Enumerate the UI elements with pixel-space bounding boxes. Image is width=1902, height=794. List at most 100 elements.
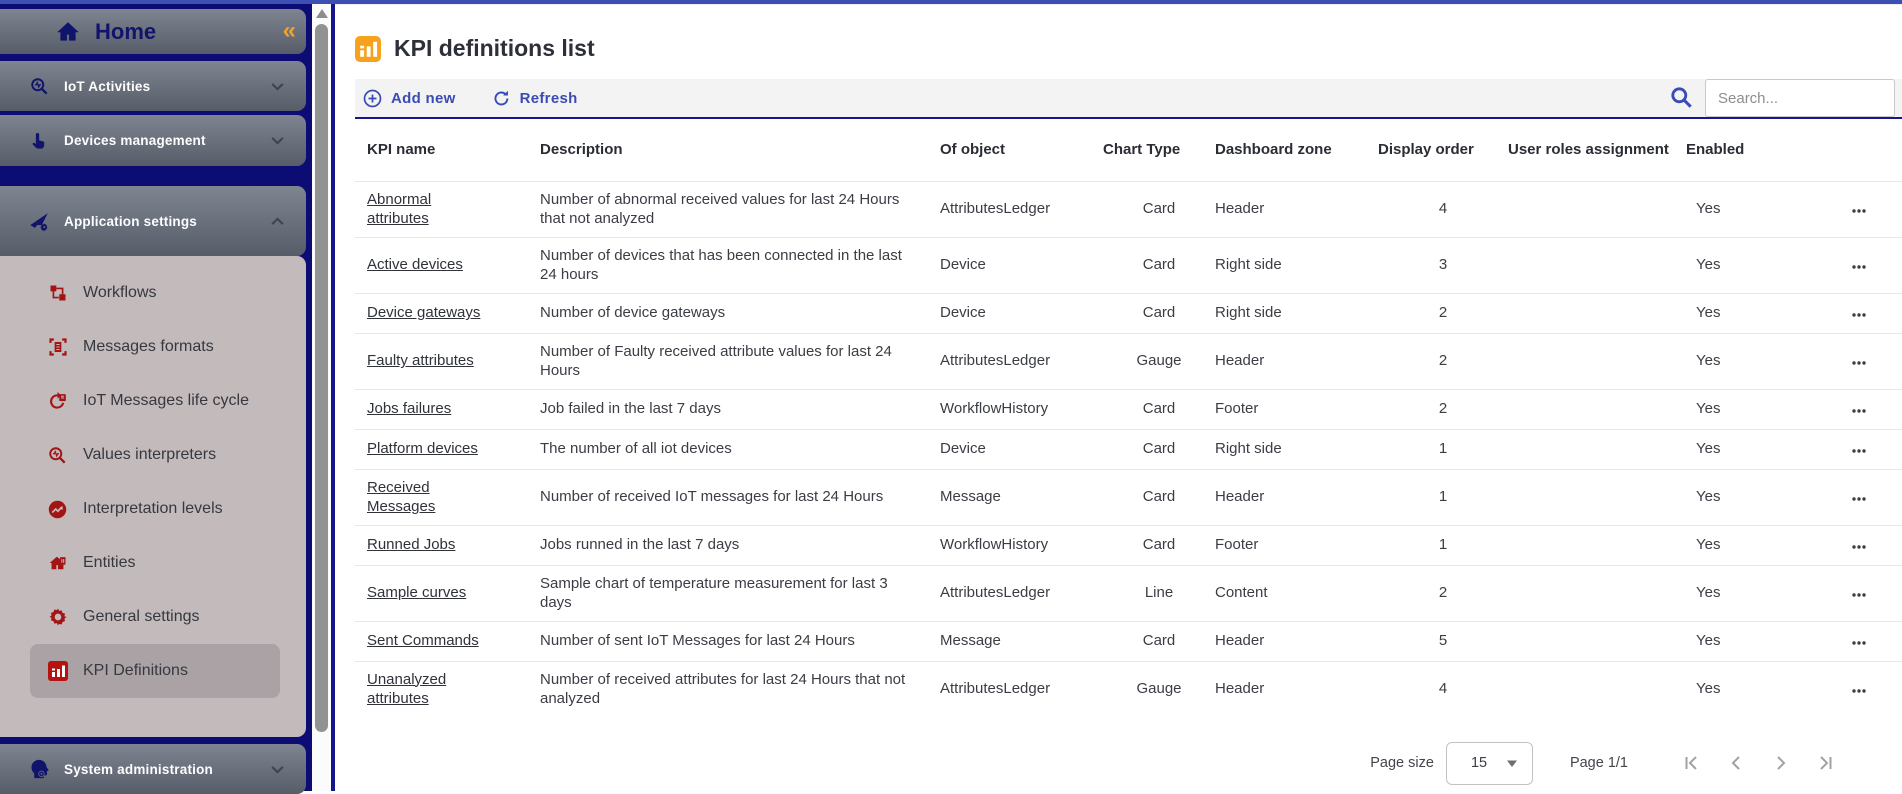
table-row: Device gatewaysNumber of device gateways… (355, 293, 1902, 333)
kpi-name-link[interactable]: Jobs failures (367, 400, 451, 417)
table-row: Unanalyzed attributesNumber of received … (355, 661, 1902, 717)
description-cell: The number of all iot devices (540, 440, 732, 457)
row-actions-button[interactable] (1847, 534, 1871, 557)
search-icon[interactable] (1669, 85, 1695, 111)
sidebar-item-label: Interpretation levels (83, 500, 223, 518)
sidebar-item-kpi-definitions[interactable]: KPI Definitions (30, 644, 280, 698)
dashboard-zone-cell: Right side (1215, 304, 1282, 321)
row-actions-button[interactable] (1847, 254, 1871, 277)
description-cell: Number of abnormal received values for l… (540, 191, 899, 228)
prev-page-button[interactable] (1713, 754, 1758, 772)
display-order-cell: 4 (1439, 200, 1447, 217)
scroll-up-arrow-icon[interactable] (316, 9, 328, 18)
home-label: Home (95, 19, 156, 45)
chart-type-cell: Card (1143, 440, 1176, 457)
sidebar-item-interpretation-levels[interactable]: Interpretation levels (30, 482, 280, 536)
row-actions-button[interactable] (1847, 582, 1871, 605)
sidebar: Home « IoT Activities Devices management… (0, 0, 312, 791)
page-title: KPI definitions list (394, 35, 595, 62)
of-object-cell: AttributesLedger (940, 352, 1050, 369)
sidebar-section-label: System administration (64, 762, 213, 777)
interpretation-levels-icon (47, 499, 68, 520)
enabled-cell: Yes (1696, 256, 1720, 273)
table-row: Active devices Number of devices that has… (355, 237, 1902, 293)
row-actions-button[interactable] (1847, 630, 1871, 653)
description-cell: Jobs runned in the last 7 days (540, 536, 739, 553)
next-page-button[interactable] (1758, 754, 1803, 772)
row-actions-button[interactable] (1847, 350, 1871, 373)
dashboard-zone-cell: Header (1215, 352, 1264, 369)
dashboard-zone-cell: Header (1215, 632, 1264, 649)
display-order-cell: 2 (1439, 304, 1447, 321)
display-order-cell: 4 (1439, 680, 1447, 697)
kpi-name-link[interactable]: Faulty attributes (367, 352, 474, 369)
general-settings-icon (47, 607, 68, 628)
sidebar-section-application-settings[interactable]: Application settings (0, 186, 306, 256)
row-actions-button[interactable] (1847, 302, 1871, 325)
sidebar-item-label: General settings (83, 608, 200, 626)
sidebar-item-label: Workflows (83, 284, 157, 302)
refresh-button[interactable]: Refresh (492, 89, 578, 108)
last-page-button[interactable] (1803, 754, 1848, 772)
display-order-cell: 3 (1439, 256, 1447, 273)
page-size-select[interactable]: 15 (1446, 742, 1533, 785)
table-row: Platform devices The number of all iot de… (355, 429, 1902, 469)
kpi-name-link[interactable]: Abnormal attributes (367, 191, 431, 228)
kpi-name-link[interactable]: Platform devices (367, 440, 478, 457)
sidebar-collapse-button[interactable]: « (283, 19, 296, 43)
of-object-cell: Device (940, 304, 986, 321)
description-cell: Number of sent IoT Messages for last 24 … (540, 632, 855, 649)
column-header-actions (1816, 119, 1902, 181)
sidebar-section-devices-management[interactable]: Devices management (0, 115, 306, 166)
row-actions-button[interactable] (1847, 198, 1871, 221)
sidebar-item-messages-formats[interactable]: Messages formats (30, 320, 280, 374)
page-title-row: KPI definitions list (355, 35, 1902, 62)
kpi-definitions-icon (47, 661, 68, 682)
of-object-cell: AttributesLedger (940, 680, 1050, 697)
first-page-button[interactable] (1668, 754, 1713, 772)
sidebar-section-iot-activities[interactable]: IoT Activities (0, 61, 306, 111)
sidebar-home[interactable]: Home « (0, 9, 306, 54)
kpi-name-link[interactable]: Device gateways (367, 304, 480, 321)
kpi-name-link[interactable]: Unanalyzed attributes (367, 671, 446, 708)
table-header-row: KPI nameDescriptionOf objectChart TypeDa… (355, 119, 1902, 181)
sidebar-item-entities[interactable]: Entities (30, 536, 280, 590)
chart-type-cell: Card (1143, 200, 1176, 217)
chart-type-cell: Card (1143, 256, 1176, 273)
kpi-name-link[interactable]: Received Messages (367, 479, 435, 516)
kpi-name-link[interactable]: Sent Commands (367, 632, 479, 649)
main-content: KPI definitions list Add new Refresh KPI… (335, 4, 1902, 791)
sidebar-item-workflows[interactable]: Workflows (30, 266, 280, 320)
messages-lifecycle-icon (47, 391, 68, 412)
top-accent-strip (0, 0, 1902, 4)
sidebar-item-values-interpreters[interactable]: Values interpreters (30, 428, 280, 482)
sidebar-section-system-administration[interactable]: System administration (0, 744, 306, 794)
sidebar-item-iot-messages-life-cycle[interactable]: IoT Messages life cycle (30, 374, 280, 428)
enabled-cell: Yes (1696, 488, 1720, 505)
kpi-name-link[interactable]: Sample curves (367, 584, 466, 601)
sidebar-submenu: Workflows Messages formats IoT Messages li… (0, 256, 306, 737)
sidebar-section-label: IoT Activities (64, 79, 150, 94)
column-header: User roles assignment (1508, 119, 1686, 181)
description-cell: Number of devices that has been connecte… (540, 247, 902, 284)
dashboard-zone-cell: Header (1215, 680, 1264, 697)
add-new-button[interactable]: Add new (363, 89, 456, 108)
kpi-table: KPI nameDescriptionOf objectChart TypeDa… (355, 119, 1902, 717)
sidebar-item-label: IoT Messages life cycle (83, 392, 249, 410)
column-header: Dashboard zone (1215, 119, 1378, 181)
dashboard-zone-cell: Right side (1215, 440, 1282, 457)
sidebar-scrollbar-thumb[interactable] (315, 24, 328, 732)
table-row: Received MessagesNumber of received IoT … (355, 469, 1902, 525)
row-actions-button[interactable] (1847, 398, 1871, 421)
row-actions-button[interactable] (1847, 438, 1871, 461)
table-row: Sent Commands Number of sent IoT Messages… (355, 621, 1902, 661)
page-indicator: Page 1/1 (1570, 755, 1628, 771)
row-actions-button[interactable] (1847, 678, 1871, 701)
kpi-name-link[interactable]: Active devices (367, 256, 463, 273)
table-row: Jobs failuresJob failed in the last 7 da… (355, 389, 1902, 429)
kpi-name-link[interactable]: Runned Jobs (367, 536, 455, 553)
search-input[interactable] (1705, 79, 1895, 117)
sidebar-item-general-settings[interactable]: General settings (30, 590, 280, 644)
chart-type-cell: Gauge (1136, 352, 1181, 369)
row-actions-button[interactable] (1847, 486, 1871, 509)
